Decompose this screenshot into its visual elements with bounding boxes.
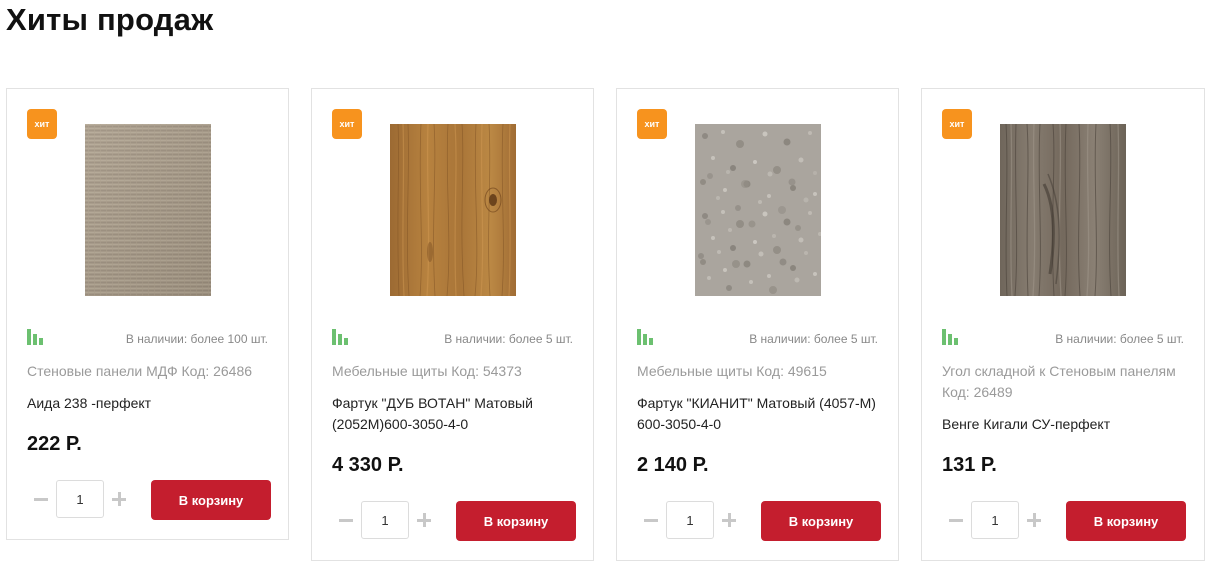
hit-badge: хит — [332, 109, 362, 139]
product-card: хит — [311, 88, 594, 561]
quantity-increase-button[interactable] — [719, 510, 739, 530]
stock-level-icon — [942, 329, 960, 345]
availability-row: В наличии: более 100 шт. — [27, 329, 268, 347]
product-category-code: Стеновые панели МДФ Код: 26486 — [27, 363, 253, 379]
hit-badge: хит — [637, 109, 667, 139]
stock-level-icon — [27, 329, 45, 345]
quantity-decrease-button[interactable] — [336, 510, 356, 530]
product-card: хит В наличии: более 100 шт. Стеновые па… — [6, 88, 289, 540]
section-title: Хиты продаж — [6, 2, 214, 37]
quantity-input[interactable] — [361, 501, 409, 539]
product-name[interactable]: Фартук "КИАНИТ" Матовый (4057-М) 600-305… — [637, 393, 882, 435]
availability-text: В наличии: более 5 шт. — [1055, 332, 1184, 346]
quantity-decrease-button[interactable] — [946, 510, 966, 530]
quantity-increase-button[interactable] — [414, 510, 434, 530]
hit-badge: хит — [27, 109, 57, 139]
product-price: 222 Р. — [27, 433, 82, 455]
add-to-cart-button[interactable]: В корзину — [456, 501, 576, 541]
availability-row: В наличии: более 5 шт. — [942, 329, 1184, 347]
product-name[interactable]: Венге Кигали СУ-перфект — [942, 414, 1188, 435]
product-category-code: Мебельные щиты Код: 54373 — [332, 363, 522, 379]
availability-text: В наличии: более 5 шт. — [749, 332, 878, 346]
product-name[interactable]: Аида 238 -перфект — [27, 393, 272, 414]
quantity-increase-button[interactable] — [1024, 510, 1044, 530]
add-to-cart-button[interactable]: В корзину — [151, 480, 271, 520]
availability-text: В наличии: более 5 шт. — [444, 332, 573, 346]
product-category-code: Угол складной к Стеновым панелям Код: 26… — [942, 363, 1176, 400]
quantity-increase-button[interactable] — [109, 489, 129, 509]
product-card: хит — [921, 88, 1205, 561]
product-price: 4 330 Р. — [332, 454, 404, 476]
availability-row: В наличии: более 5 шт. — [332, 329, 573, 347]
quantity-input[interactable] — [971, 501, 1019, 539]
product-category-code: Мебельные щиты Код: 49615 — [637, 363, 827, 379]
availability-text: В наличии: более 100 шт. — [125, 332, 268, 346]
availability-row: В наличии: более 5 шт. — [637, 329, 878, 347]
add-to-cart-button[interactable]: В корзину — [1066, 501, 1186, 541]
product-card: хит — [616, 88, 899, 561]
quantity-decrease-button[interactable] — [31, 489, 51, 509]
quantity-input[interactable] — [666, 501, 714, 539]
product-name[interactable]: Фартук "ДУБ ВОТАН" Матовый (2052М)600-30… — [332, 393, 577, 435]
product-image[interactable] — [390, 124, 516, 296]
stock-level-icon — [637, 329, 655, 345]
add-to-cart-button[interactable]: В корзину — [761, 501, 881, 541]
product-price: 131 Р. — [942, 454, 997, 476]
product-image[interactable] — [85, 124, 211, 296]
product-price: 2 140 Р. — [637, 454, 709, 476]
hit-badge: хит — [942, 109, 972, 139]
quantity-decrease-button[interactable] — [641, 510, 661, 530]
stock-level-icon — [332, 329, 350, 345]
quantity-input[interactable] — [56, 480, 104, 518]
product-image[interactable] — [695, 124, 821, 296]
product-image[interactable] — [1000, 124, 1126, 296]
